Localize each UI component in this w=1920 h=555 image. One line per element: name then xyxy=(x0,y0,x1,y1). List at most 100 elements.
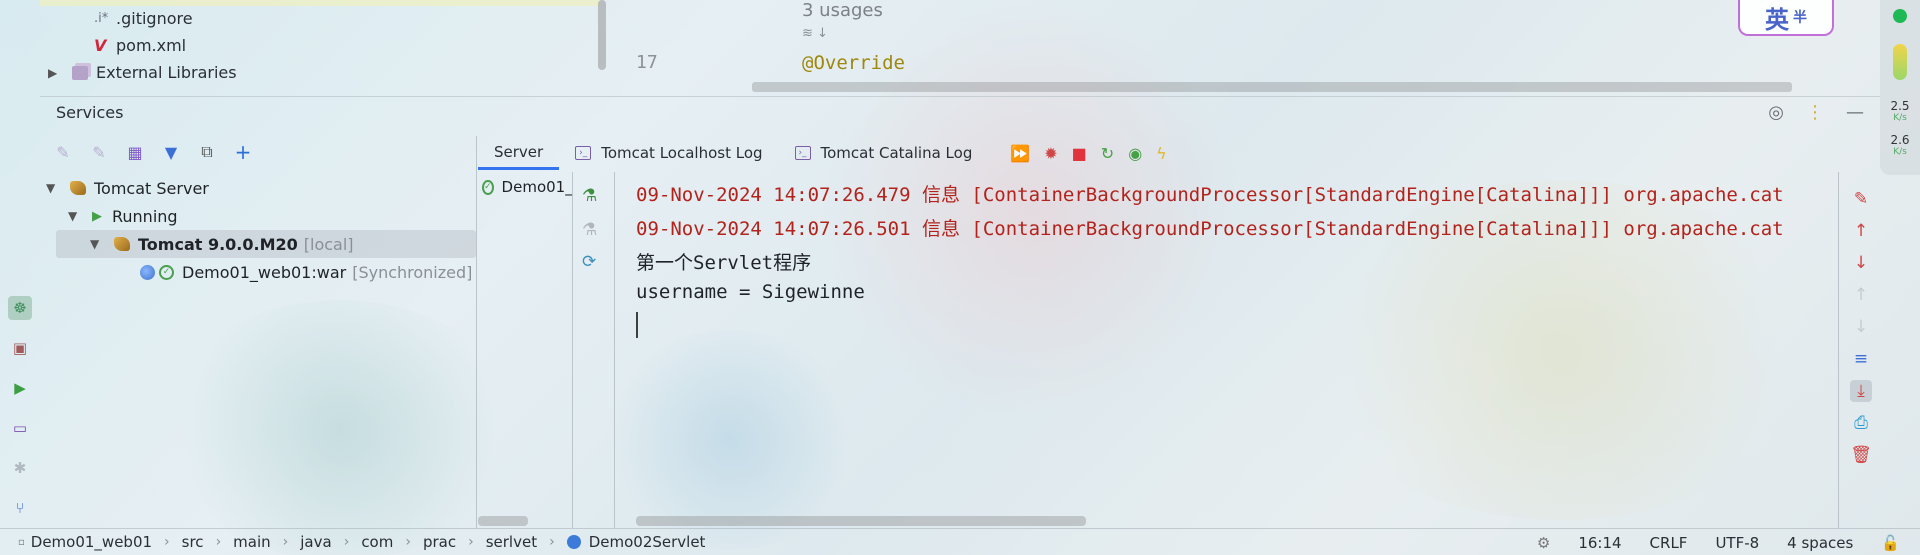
new-tab-icon[interactable]: ⧉ xyxy=(196,141,218,163)
download-speed-unit: K/s xyxy=(1893,147,1907,157)
tree-item-external-libraries[interactable]: ▶ External Libraries xyxy=(48,63,237,82)
deployment-item[interactable]: ✓ Demo01_ xyxy=(482,178,572,196)
tab-label: Tomcat Localhost Log xyxy=(601,144,763,162)
tree-item-label: External Libraries xyxy=(96,63,237,82)
breadcrumb-item[interactable]: Demo02Servlet xyxy=(589,533,706,551)
trash-icon[interactable]: 🗑 xyxy=(1850,444,1872,466)
collapse-all-icon[interactable]: ✎ xyxy=(88,141,110,163)
refresh-icon[interactable]: ⟳ xyxy=(582,252,596,272)
print-icon[interactable]: ⎙ xyxy=(1850,412,1872,434)
filter-icon[interactable]: ▼ xyxy=(160,141,182,163)
up-arrow-icon[interactable]: ↑ xyxy=(1850,220,1872,242)
usages-hint[interactable]: 3 usages xyxy=(802,0,883,21)
update-icon[interactable]: ↻ xyxy=(1101,144,1114,163)
deployment-scrollbar[interactable] xyxy=(478,516,528,526)
module-icon: ▫ xyxy=(18,536,25,548)
breadcrumb: ▫ Demo01_web01 › src › main › java › com… xyxy=(0,533,705,551)
chevron-down-icon[interactable]: ▼ xyxy=(68,209,82,223)
breadcrumb-item[interactable]: prac xyxy=(423,533,456,551)
breadcrumb-item[interactable]: serlvet xyxy=(486,533,537,551)
minimize-icon[interactable]: — xyxy=(1846,102,1864,123)
soft-wrap-icon[interactable]: ≡ xyxy=(1850,348,1872,370)
debug-tool-icon[interactable]: ✱ xyxy=(8,456,32,480)
tree-item-tomcat-instance[interactable]: ▼ Tomcat 9.0.0.M20 [local] xyxy=(56,230,476,258)
breadcrumb-item[interactable]: main xyxy=(233,533,270,551)
lock-icon[interactable]: 🔓 xyxy=(1881,534,1900,552)
target-icon[interactable]: ◎ xyxy=(1768,102,1784,123)
chevron-down-icon[interactable]: ▼ xyxy=(46,181,60,195)
lightning-icon[interactable]: ϟ xyxy=(1156,144,1167,163)
console-horizontal-scrollbar[interactable] xyxy=(636,516,1086,526)
file-encoding[interactable]: UTF-8 xyxy=(1715,534,1759,552)
panel-divider[interactable] xyxy=(476,136,477,528)
debug-icon[interactable]: ✹ xyxy=(1044,144,1057,163)
log-icon: ›_ xyxy=(575,146,592,160)
tab-localhost-log[interactable]: ›_ Tomcat Localhost Log xyxy=(559,136,778,170)
deployed-check-icon: ✓ xyxy=(159,264,174,280)
group-by-icon[interactable]: ▦ xyxy=(124,141,146,163)
memory-bar xyxy=(1893,44,1907,80)
chevron-down-icon[interactable]: ▼ xyxy=(90,237,104,251)
run-icon: ▶ xyxy=(92,208,102,224)
scroll-to-end-icon[interactable]: ⤓ xyxy=(1850,380,1872,402)
tree-item-gitignore[interactable]: .i* .gitignore xyxy=(94,9,193,28)
ime-indicator[interactable]: 英 半 xyxy=(1738,0,1834,36)
download-speed: 2.6 K/s xyxy=(1884,134,1916,158)
add-service-icon[interactable]: + xyxy=(232,140,254,164)
git-tool-icon[interactable]: ⑂ xyxy=(8,496,32,520)
tomcat-icon xyxy=(70,181,86,195)
text-caret xyxy=(636,312,638,338)
tree-item-tomcat-server[interactable]: ▼ Tomcat Server xyxy=(46,174,209,202)
indent-setting[interactable]: 4 spaces xyxy=(1787,534,1853,552)
tab-catalina-log[interactable]: ›_ Tomcat Catalina Log xyxy=(779,136,989,170)
status-bar: ▫ Demo01_web01 › src › main › java › com… xyxy=(0,528,1920,555)
vcs-widget-icon[interactable]: ⚙ xyxy=(1537,534,1550,552)
chevron-right-icon: › xyxy=(343,534,350,550)
services-tree: ▼ Tomcat Server ▼ ▶ Running ▼ Tomcat 9.0… xyxy=(40,174,476,282)
editor-horizontal-scrollbar[interactable] xyxy=(752,82,1792,92)
database-tool-icon[interactable]: ▣ xyxy=(8,336,32,360)
stop-icon[interactable]: ■ xyxy=(1072,144,1087,163)
terminal-tool-icon[interactable]: ▭ xyxy=(8,416,32,440)
ime-label: 英 xyxy=(1765,5,1789,34)
down-arrow-icon[interactable]: ↓ xyxy=(1850,252,1872,274)
tree-item-pom[interactable]: V pom.xml xyxy=(94,36,186,55)
line-separator[interactable]: CRLF xyxy=(1650,534,1688,552)
upload-speed-unit: K/s xyxy=(1893,113,1907,123)
breadcrumb-item[interactable]: java xyxy=(300,533,331,551)
tree-item-artifact[interactable]: ✓ Demo01_web01:war [Synchronized] xyxy=(140,258,472,286)
clear-mark-icon[interactable]: ✎ xyxy=(1850,188,1872,210)
ime-sub: 半 xyxy=(1793,10,1807,26)
log-line: 第一个Servlet程序 xyxy=(636,252,812,274)
run-tool-icon[interactable]: ▶ xyxy=(8,376,32,400)
log-line: username = Sigewinne xyxy=(636,281,865,303)
up-arrow-icon[interactable]: ↑ xyxy=(1850,284,1872,306)
more-options-icon[interactable]: ⋮ xyxy=(1806,102,1824,123)
services-tool-icon[interactable]: ☸ xyxy=(8,296,32,320)
deploy-all-icon[interactable]: ⚗ xyxy=(582,186,597,206)
code-annotation[interactable]: @Override xyxy=(802,52,905,74)
breadcrumb-item[interactable]: Demo01_web01 xyxy=(31,533,152,551)
deployment-label: Demo01_ xyxy=(501,178,572,196)
panel-divider[interactable] xyxy=(572,172,573,528)
chevron-right-icon[interactable]: ▶ xyxy=(48,66,62,80)
console-output[interactable]: 09-Nov-2024 14:07:26.479 信息 [ContainerBa… xyxy=(616,174,1838,514)
console-toolbar: ✎ ↑ ↓ ↑ ↓ ≡ ⤓ ⎙ 🗑 xyxy=(1840,182,1880,482)
tab-server[interactable]: Server xyxy=(478,136,560,170)
expand-all-icon[interactable]: ✎ xyxy=(52,141,74,163)
caret-position[interactable]: 16:14 xyxy=(1578,534,1621,552)
log-line: 09-Nov-2024 14:07:26.501 信息 [ContainerBa… xyxy=(636,218,1784,240)
library-icon xyxy=(72,65,88,80)
breadcrumb-item[interactable]: com xyxy=(361,533,393,551)
services-title: Services xyxy=(56,103,124,122)
editor-area: 3 usages ≋ ↓ 17 @Override xyxy=(612,0,1880,92)
deploy-icon[interactable]: ◉ xyxy=(1128,144,1142,163)
undeploy-icon[interactable]: ⚗ xyxy=(582,220,597,240)
tree-item-running[interactable]: ▼ ▶ Running xyxy=(68,202,178,230)
project-scrollbar[interactable] xyxy=(598,0,606,70)
tree-item-label: Running xyxy=(112,206,178,226)
rerun-icon[interactable]: ⏩ xyxy=(1010,144,1030,163)
log-icon: ›_ xyxy=(794,146,811,160)
breadcrumb-item[interactable]: src xyxy=(182,533,204,551)
down-arrow-icon[interactable]: ↓ xyxy=(1850,316,1872,338)
